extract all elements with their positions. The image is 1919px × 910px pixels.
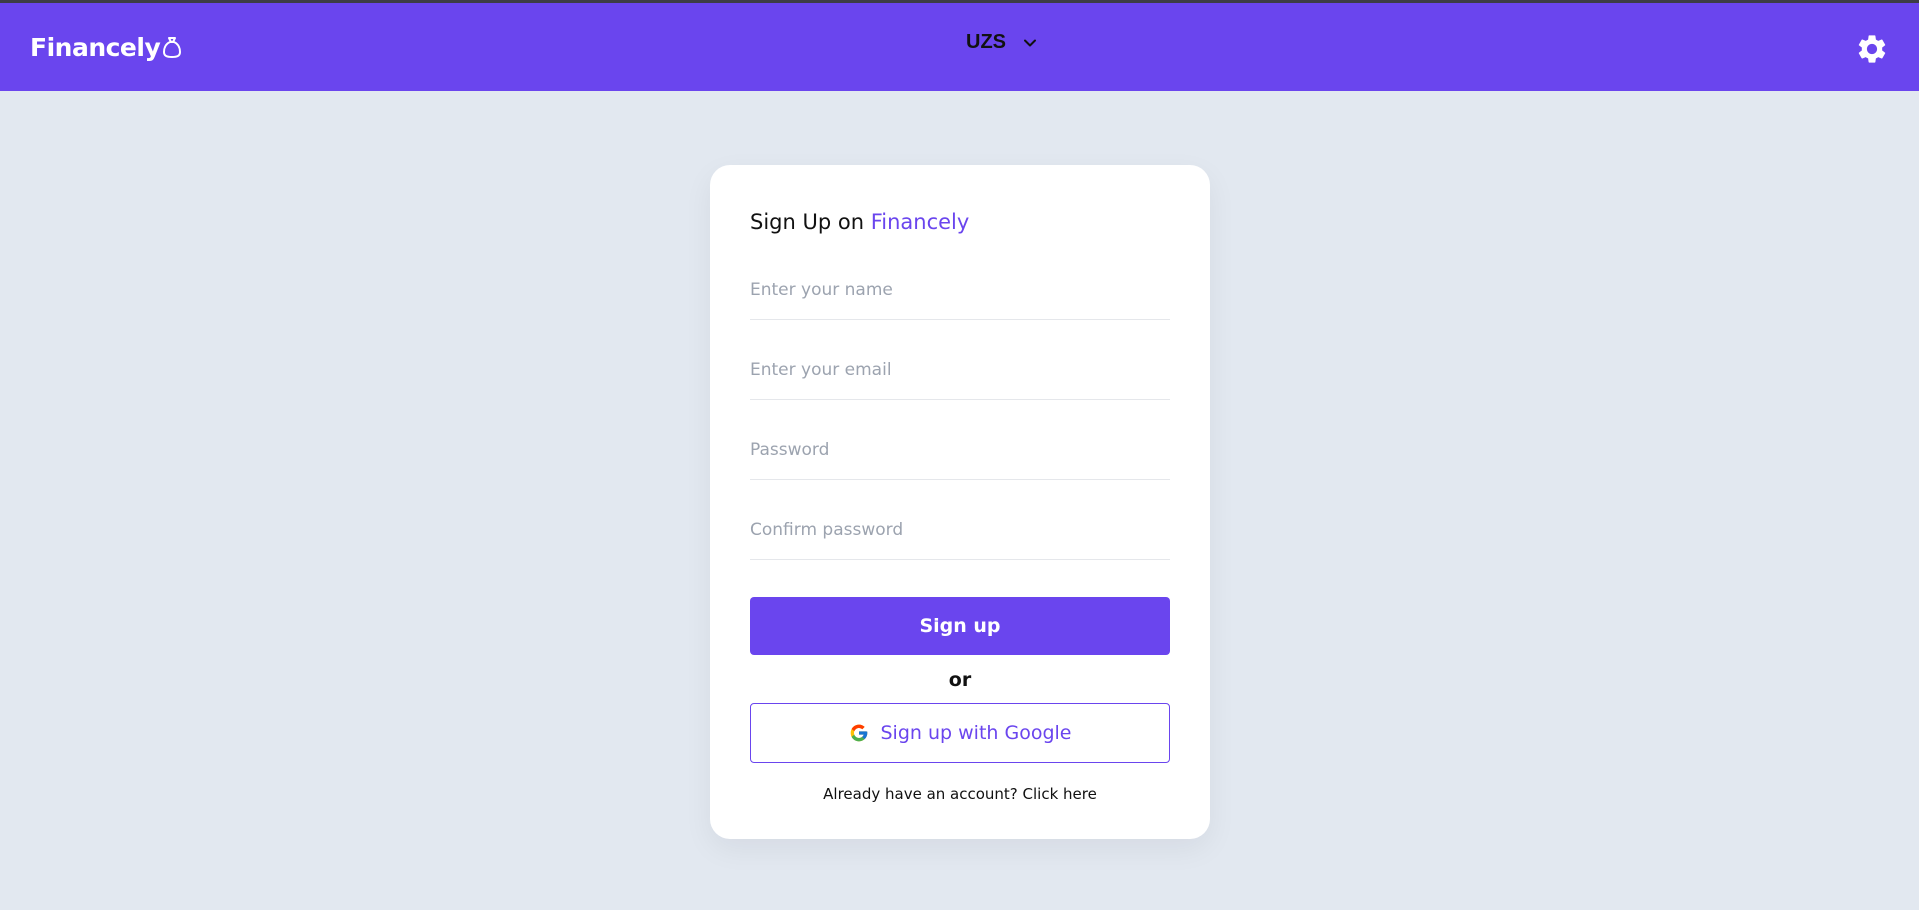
- signup-title: Sign Up on Financely: [750, 210, 1170, 234]
- currency-select[interactable]: UZS: [966, 31, 1036, 54]
- navbar: Financely UZS: [0, 3, 1919, 91]
- gear-icon[interactable]: [1855, 32, 1889, 66]
- currency-value: UZS: [966, 31, 1006, 53]
- money-bag-icon: [163, 37, 182, 58]
- email-input[interactable]: [750, 357, 1170, 400]
- or-divider: or: [948, 669, 972, 691]
- logo-text: Financely: [30, 32, 161, 62]
- google-icon: [850, 724, 867, 742]
- chevron-down-icon: [1024, 39, 1036, 46]
- google-signup-button[interactable]: Sign up with Google: [750, 703, 1170, 763]
- login-link[interactable]: Already have an account? Click here: [750, 785, 1170, 803]
- signup-title-brand: Financely: [870, 210, 970, 234]
- google-signup-label: Sign up with Google: [880, 722, 1072, 744]
- signup-card: Sign Up on Financely Sign up or Sign up …: [710, 165, 1210, 839]
- signup-title-prefix: Sign Up on: [750, 210, 871, 234]
- password-input[interactable]: [750, 437, 1170, 480]
- confirm-password-input[interactable]: [750, 517, 1170, 560]
- signup-button[interactable]: Sign up: [750, 597, 1170, 655]
- app-logo[interactable]: Financely: [30, 33, 182, 62]
- name-input[interactable]: [750, 277, 1170, 320]
